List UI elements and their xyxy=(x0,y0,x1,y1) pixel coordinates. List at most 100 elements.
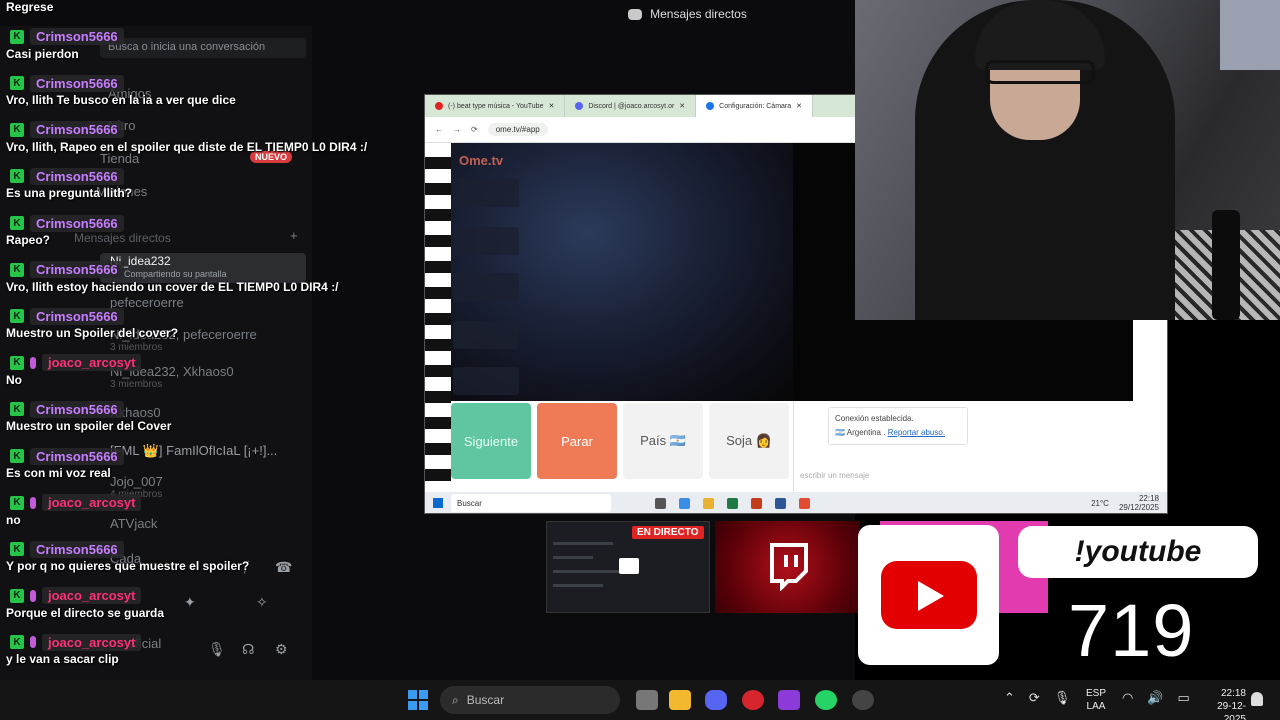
mic-tray-icon[interactable]: 🎙 xyxy=(1054,690,1071,706)
chat-username: Crimson5666 xyxy=(30,214,124,232)
chat-user-row: K Crimson5666 xyxy=(10,307,124,325)
system-tray: ⌃ ⟳ 🎙 xyxy=(1004,690,1070,706)
chat-text: Vro, Ilith, Rapeo en el spoiler que dist… xyxy=(6,139,368,154)
ometv-logo: Ome.tv xyxy=(459,153,504,168)
tab-discord[interactable]: Discord | @joaco.arcosyt.or ✕ xyxy=(565,95,697,117)
battery-icon[interactable]: ▭ xyxy=(1178,690,1190,706)
microphone xyxy=(1212,210,1240,320)
kick-badge-icon: K xyxy=(10,588,24,603)
chat-text: Muestro un Spoiler del cover? xyxy=(6,326,179,341)
sync-icon[interactable]: ⟳ xyxy=(1029,690,1040,706)
chat-user-row: Kjoaco_arcosyt xyxy=(10,354,142,372)
side-button[interactable] xyxy=(453,273,519,301)
chat-input[interactable]: escribir un mensaje xyxy=(800,471,869,480)
chat-text: Es una pregunta Ilith? xyxy=(6,186,133,201)
url-field[interactable]: ome.tv/#app xyxy=(487,123,548,136)
stop-button[interactable]: Parar xyxy=(537,403,617,479)
side-button[interactable] xyxy=(453,227,519,255)
language-indicator[interactable]: ESP LAA xyxy=(1086,687,1106,713)
streamer-glasses xyxy=(985,60,1095,84)
opera-icon[interactable] xyxy=(742,690,764,710)
next-button[interactable]: Siguiente xyxy=(451,403,531,479)
search-placeholder: Buscar xyxy=(466,693,505,707)
task-view-icon[interactable] xyxy=(636,690,658,710)
wifi-icon[interactable]: ◠ xyxy=(1122,690,1133,706)
notification-bell-icon[interactable] xyxy=(1251,692,1263,706)
chat-username: joaco_arcosyt xyxy=(42,494,142,512)
tab-youtube[interactable]: (-) beat type música - YouTube ✕ xyxy=(425,95,566,117)
ometv-controls: Siguiente Parar País 🇦🇷 Soja 👩 xyxy=(451,403,789,483)
side-button[interactable] xyxy=(453,179,519,207)
windows-icon[interactable] xyxy=(433,498,443,508)
excel-icon[interactable] xyxy=(727,497,738,509)
chat-user-row: K Crimson5666 xyxy=(10,214,124,232)
gender-button[interactable]: Soja 👩 xyxy=(709,403,789,479)
chat-username: Crimson5666 xyxy=(30,28,124,46)
word-icon[interactable] xyxy=(775,497,786,509)
chat-text: Regrese xyxy=(6,0,54,14)
chat-username: Crimson5666 xyxy=(30,540,124,558)
chat-text: Casi pierdon xyxy=(6,46,79,61)
side-button[interactable] xyxy=(453,321,519,349)
chat-text: y le van a sacar clip xyxy=(6,652,119,667)
back-icon[interactable]: ← xyxy=(435,125,443,134)
chat-text: Vro, Ilith Te busco en la ia a ver que d… xyxy=(6,93,236,108)
inner-temp: 21°C xyxy=(1091,498,1109,508)
kick-badge-icon: K xyxy=(10,402,24,417)
chat-username: joaco_arcosyt xyxy=(42,354,142,372)
windows-taskbar: ⌕ Buscar ⌃ ⟳ 🎙 ESP LAA ◠ 🔊 ▭ 22:18 29-12… xyxy=(0,680,1280,720)
close-icon[interactable]: ✕ xyxy=(796,102,802,110)
chat-username: Crimson5666 xyxy=(30,400,124,418)
gear-icon xyxy=(706,102,715,110)
tab-settings[interactable]: Configuración: Cámara ✕ xyxy=(696,95,814,117)
page-stripes xyxy=(425,143,451,493)
store-icon[interactable] xyxy=(679,497,690,509)
inner-taskbar: Buscar 21°C 22:18 29/12/2025 xyxy=(425,492,1167,513)
close-icon[interactable]: ✕ xyxy=(548,102,554,110)
reload-icon[interactable]: ⟳ xyxy=(471,125,478,134)
whatsapp-icon[interactable] xyxy=(815,690,837,710)
chat-overlay: Regrese K Crimson5666 Casi pierdon K Crimson5… xyxy=(0,0,367,720)
windows-start-icon[interactable] xyxy=(408,690,428,710)
chat-username: Crimson5666 xyxy=(30,74,124,92)
discord-app-icon[interactable] xyxy=(705,690,727,710)
report-link[interactable]: Reportar abuso. xyxy=(888,428,945,437)
tab-label: Configuración: Cámara xyxy=(719,102,792,110)
kick-badge-icon: K xyxy=(10,262,24,277)
mic-badge-icon xyxy=(30,636,36,649)
chat-user-row: Kjoaco_arcosyt xyxy=(10,494,142,512)
task-view-icon[interactable] xyxy=(655,497,666,509)
kick-badge-icon: K xyxy=(10,355,24,370)
file-explorer-icon[interactable] xyxy=(669,690,691,710)
inner-search[interactable]: Buscar xyxy=(451,494,611,512)
status-icons: ◠ 🔊 ▭ xyxy=(1122,690,1190,706)
clock[interactable]: 22:18 29-12-2025 xyxy=(1196,687,1246,720)
streamer xyxy=(915,0,1175,320)
taskbar-search[interactable]: ⌕ Buscar xyxy=(440,686,620,714)
obs-icon[interactable] xyxy=(852,690,874,710)
chat-user-row: K Crimson5666 xyxy=(10,400,124,418)
chat-username: Crimson5666 xyxy=(30,261,124,279)
close-icon[interactable]: ✕ xyxy=(679,102,685,110)
preview-line xyxy=(553,584,603,587)
side-button[interactable] xyxy=(453,367,519,395)
kick-badge-icon: K xyxy=(10,122,24,137)
country-text: Argentina . xyxy=(846,428,886,437)
chat-text: Vro, Ilith estoy haciendo un cover de EL… xyxy=(6,279,339,294)
chevron-up-icon[interactable]: ⌃ xyxy=(1004,690,1015,706)
inner-date: 29/12/2025 xyxy=(1118,503,1159,512)
powerpoint-icon[interactable] xyxy=(751,497,762,509)
kick-badge-icon: K xyxy=(10,29,24,44)
chat-username: joaco_arcosyt xyxy=(42,633,142,651)
volume-icon[interactable]: 🔊 xyxy=(1147,690,1163,706)
forward-icon[interactable]: → xyxy=(453,125,461,134)
clapper-icon[interactable] xyxy=(778,690,800,710)
wall-poster xyxy=(1220,0,1280,70)
explorer-icon[interactable] xyxy=(703,497,714,509)
chat-user-row: K Crimson5666 xyxy=(10,28,124,46)
chat-user-row: Kjoaco_arcosyt xyxy=(10,633,142,651)
live-badge: EN DIRECTO xyxy=(632,526,704,539)
chrome-icon[interactable] xyxy=(799,497,810,509)
country-button[interactable]: País 🇦🇷 xyxy=(623,403,703,479)
chat-user-row: K Crimson5666 xyxy=(10,540,124,558)
